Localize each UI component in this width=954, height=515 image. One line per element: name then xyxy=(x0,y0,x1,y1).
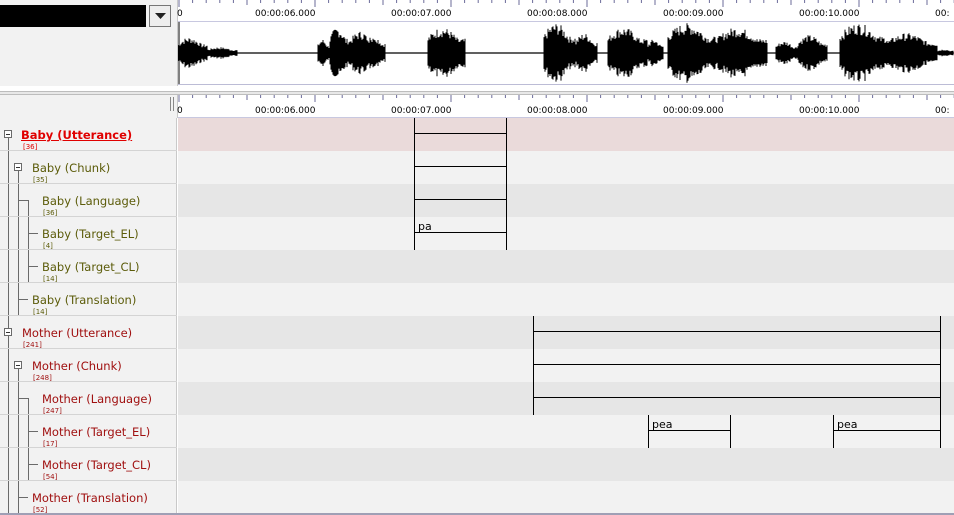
tier-label-mother-translation[interactable]: Mother (Translation) xyxy=(32,491,148,505)
annotation-baby-target-el[interactable]: pa xyxy=(414,217,507,250)
tier-name-panel: Baby (Utterance) [36] Baby (Chunk) [35] … xyxy=(0,118,177,515)
tree-line xyxy=(28,398,29,480)
grip-icon[interactable] xyxy=(170,97,174,111)
tier-label-baby-utterance[interactable]: Baby (Utterance) xyxy=(21,128,132,142)
tier-count: [241] xyxy=(23,341,42,349)
tier-row-baby-translation[interactable] xyxy=(178,283,954,316)
tier-row-baby-target-el[interactable] xyxy=(178,217,954,250)
tick-label: 00:00:07.000 xyxy=(391,106,452,116)
tree-branch xyxy=(18,299,28,300)
tick-label: 00:00:09.000 xyxy=(663,106,724,116)
annotation-text: pea xyxy=(652,418,673,431)
tick-label: 00:00:10.000 xyxy=(799,106,860,116)
tier-label-mother-target-cl[interactable]: Mother (Target_CL) xyxy=(42,458,151,472)
tier-separator xyxy=(0,282,177,283)
tree-branch xyxy=(18,200,28,201)
tier-label-baby-chunk[interactable]: Baby (Chunk) xyxy=(32,161,110,175)
tier-header xyxy=(0,95,178,118)
tier-label-mother-target-el[interactable]: Mother (Target_EL) xyxy=(42,425,150,439)
tier-separator xyxy=(0,447,177,448)
tier-row-mother-translation[interactable] xyxy=(178,481,954,514)
waveform-ruler: 0 00:00:06.000 00:00:07.000 00:00:08.000… xyxy=(177,0,954,22)
tree-line xyxy=(8,134,9,513)
tree-branch xyxy=(28,431,38,432)
tier-label-baby-language[interactable]: Baby (Language) xyxy=(42,194,140,208)
tier-label-mother-chunk[interactable]: Mother (Chunk) xyxy=(32,359,122,373)
tier-separator xyxy=(0,183,177,184)
tier-count: [248] xyxy=(33,374,52,382)
audio-waveform xyxy=(177,22,954,84)
tier-separator xyxy=(0,480,177,481)
tier-row-baby-chunk[interactable] xyxy=(178,151,954,184)
timeline-ruler: 0 00:00:06.000 00:00:07.000 00:00:08.000… xyxy=(177,95,954,118)
tier-label-baby-target-cl[interactable]: Baby (Target_CL) xyxy=(42,260,139,274)
annotation-mother-chunk[interactable] xyxy=(533,349,941,382)
tick-label: 00:00:06.000 xyxy=(255,9,316,19)
tick-label-edge-right: 00: xyxy=(935,9,950,19)
annotation-mother-target-el[interactable]: pea xyxy=(833,415,941,448)
tree-branch xyxy=(28,233,38,234)
chevron-down-icon xyxy=(155,13,166,19)
annotation-text: pa xyxy=(418,220,432,233)
tier-label-baby-translation[interactable]: Baby (Translation) xyxy=(32,293,136,307)
tree-line xyxy=(28,200,29,282)
tree-branch xyxy=(18,497,28,498)
annotation-baby-chunk[interactable] xyxy=(414,151,507,184)
tick-label: 00:00:08.000 xyxy=(527,9,588,19)
tick-label-edge-left: 0 xyxy=(177,106,183,116)
annotation-mother-utterance[interactable] xyxy=(533,316,941,349)
tier-separator xyxy=(0,414,177,415)
tick-label-edge-right: 00: xyxy=(935,106,950,116)
tier-count: [14] xyxy=(43,275,58,283)
annotation-text: pea xyxy=(837,418,858,431)
tick-label-edge-left: 0 xyxy=(177,9,183,19)
tier-selector[interactable] xyxy=(0,5,172,27)
collapse-toggle-icon[interactable] xyxy=(4,328,12,336)
tier-count: [247] xyxy=(43,407,62,415)
elan-annotation-window: 0 00:00:06.000 00:00:07.000 00:00:08.000… xyxy=(0,0,954,515)
tier-count: [14] xyxy=(33,308,48,316)
tier-count: [17] xyxy=(43,440,58,448)
tier-count: [4] xyxy=(43,242,53,250)
tier-separator xyxy=(0,216,177,217)
tier-label-mother-language[interactable]: Mother (Language) xyxy=(42,392,152,406)
tier-count: [36] xyxy=(23,143,38,151)
tier-count: [36] xyxy=(43,209,58,217)
tree-branch xyxy=(28,464,38,465)
waveform-bottom-line xyxy=(178,84,954,85)
tier-count: [35] xyxy=(33,176,48,184)
tier-row-baby-target-cl[interactable] xyxy=(178,250,954,283)
waveform-viewer[interactable] xyxy=(177,22,954,84)
tier-selector-field[interactable] xyxy=(0,5,146,27)
tier-separator xyxy=(0,315,177,316)
tick-label: 00:00:09.000 xyxy=(663,9,724,19)
tier-row-baby-language[interactable] xyxy=(178,184,954,217)
annotation-mother-language[interactable] xyxy=(533,382,941,415)
tree-line xyxy=(18,167,19,315)
tier-label-mother-utterance[interactable]: Mother (Utterance) xyxy=(22,326,132,340)
tier-row-mother-target-cl[interactable] xyxy=(178,448,954,481)
tier-separator xyxy=(0,381,177,382)
collapse-toggle-icon[interactable] xyxy=(14,361,22,369)
tier-count: [54] xyxy=(43,473,58,481)
annotation-grid[interactable]: pa pea pea xyxy=(178,118,954,515)
collapse-toggle-icon[interactable] xyxy=(4,130,12,138)
annotation-mother-target-el[interactable]: pea xyxy=(648,415,731,448)
tick-label: 00:00:10.000 xyxy=(799,9,860,19)
tier-separator xyxy=(0,249,177,250)
tree-line xyxy=(18,365,19,513)
tick-label: 00:00:07.000 xyxy=(391,9,452,19)
annotation-baby-language[interactable] xyxy=(414,184,507,217)
tree-branch xyxy=(18,398,28,399)
selector-dropdown-button[interactable] xyxy=(149,5,171,27)
tier-row-baby-utterance[interactable] xyxy=(178,118,954,151)
tick-label: 00:00:08.000 xyxy=(527,106,588,116)
tier-label-baby-target-el[interactable]: Baby (Target_EL) xyxy=(42,227,139,241)
collapse-toggle-icon[interactable] xyxy=(14,163,22,171)
tree-branch xyxy=(28,266,38,267)
tick-label: 00:00:06.000 xyxy=(255,106,316,116)
annotation-baby-utterance[interactable] xyxy=(414,118,507,151)
